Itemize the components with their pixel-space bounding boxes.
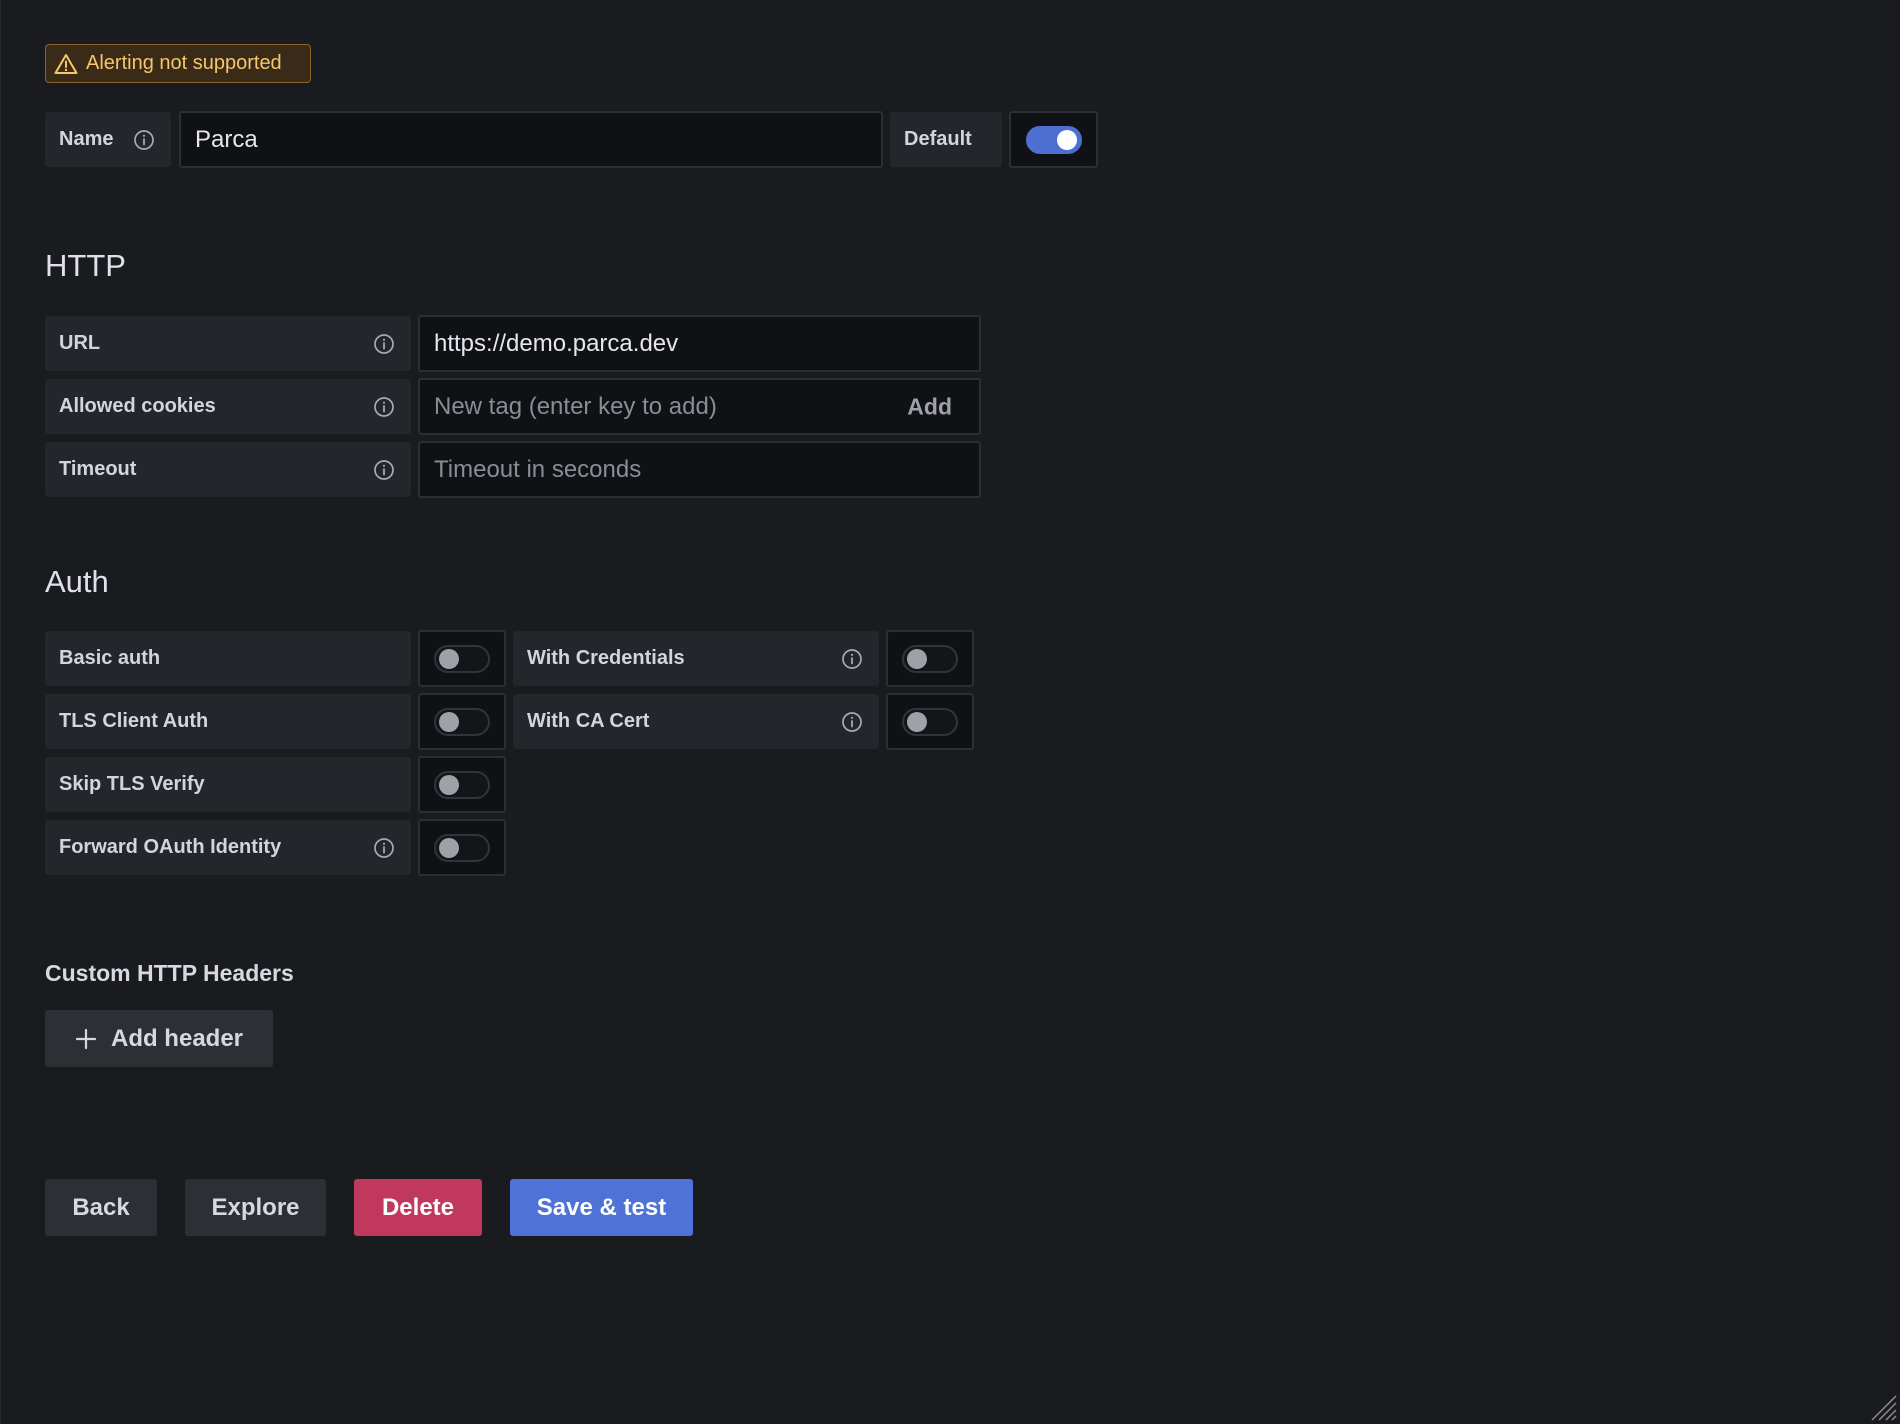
http-section-title: HTTP: [45, 248, 126, 283]
toggle-knob: [907, 711, 927, 732]
resize-grip-icon[interactable]: [1866, 1390, 1898, 1422]
alerting-warning-text: Alerting not supported: [86, 52, 282, 74]
explore-button[interactable]: Explore: [185, 1179, 326, 1236]
toggle-knob: [907, 648, 927, 669]
tls-client-auth-label: TLS Client Auth: [45, 694, 411, 749]
skip-tls-verify-label: Skip TLS Verify: [45, 757, 411, 812]
plus-icon: [75, 1028, 97, 1049]
toggle-knob: [439, 774, 459, 795]
allowed-cookies-input[interactable]: New tag (enter key to add) Add: [418, 378, 981, 435]
delete-button[interactable]: Delete: [354, 1179, 482, 1236]
with-ca-cert-switch-container: [886, 693, 974, 750]
allowed-cookies-placeholder: New tag (enter key to add): [434, 392, 717, 420]
tls-client-auth-switch-container: [418, 693, 506, 750]
default-label: Default: [890, 112, 1002, 167]
back-button[interactable]: Back: [45, 1179, 157, 1236]
auth-section-title: Auth: [45, 564, 109, 599]
custom-headers-title: Custom HTTP Headers: [45, 960, 294, 986]
basic-auth-switch-container: [418, 630, 506, 687]
alerting-warning-badge: Alerting not supported: [45, 44, 311, 83]
tls-client-auth-toggle[interactable]: [434, 707, 490, 736]
warning-triangle-icon: [54, 53, 78, 74]
info-icon[interactable]: [373, 837, 395, 859]
datasource-settings-page: Alerting not supported Name Parca Defaul…: [0, 0, 1900, 1424]
timeout-input[interactable]: Timeout in seconds: [418, 441, 981, 498]
info-icon[interactable]: [373, 396, 395, 418]
forward-oauth-label: Forward OAuth Identity: [45, 820, 411, 875]
default-switch-container: [1009, 111, 1098, 168]
add-cookie-button[interactable]: Add: [907, 393, 952, 420]
save-and-test-button[interactable]: Save & test: [510, 1179, 693, 1236]
skip-tls-verify-toggle[interactable]: [434, 770, 490, 799]
skip-tls-verify-switch-container: [418, 756, 506, 813]
forward-oauth-toggle[interactable]: [434, 833, 490, 862]
with-ca-cert-label: With CA Cert: [513, 694, 879, 749]
info-icon[interactable]: [841, 711, 863, 733]
name-input[interactable]: Parca: [179, 111, 883, 168]
with-credentials-switch-container: [886, 630, 974, 687]
info-icon[interactable]: [133, 129, 155, 151]
add-header-button[interactable]: Add header: [45, 1010, 273, 1067]
basic-auth-toggle[interactable]: [434, 644, 490, 673]
forward-oauth-switch-container: [418, 819, 506, 876]
info-icon[interactable]: [373, 459, 395, 481]
default-toggle[interactable]: [1025, 125, 1082, 154]
with-credentials-toggle[interactable]: [902, 644, 958, 673]
basic-auth-label: Basic auth: [45, 631, 411, 686]
allowed-cookies-label: Allowed cookies: [45, 379, 411, 434]
with-ca-cert-toggle[interactable]: [902, 707, 958, 736]
with-credentials-label: With Credentials: [513, 631, 879, 686]
timeout-placeholder: Timeout in seconds: [434, 455, 642, 483]
toggle-knob: [439, 648, 459, 669]
toggle-knob: [439, 837, 459, 858]
info-icon[interactable]: [373, 333, 395, 355]
timeout-label: Timeout: [45, 442, 411, 497]
name-label: Name: [45, 112, 171, 167]
url-input[interactable]: https://demo.parca.dev: [418, 315, 981, 372]
toggle-knob: [1056, 129, 1077, 150]
toggle-knob: [439, 711, 459, 732]
url-label: URL: [45, 316, 411, 371]
info-icon[interactable]: [841, 648, 863, 670]
